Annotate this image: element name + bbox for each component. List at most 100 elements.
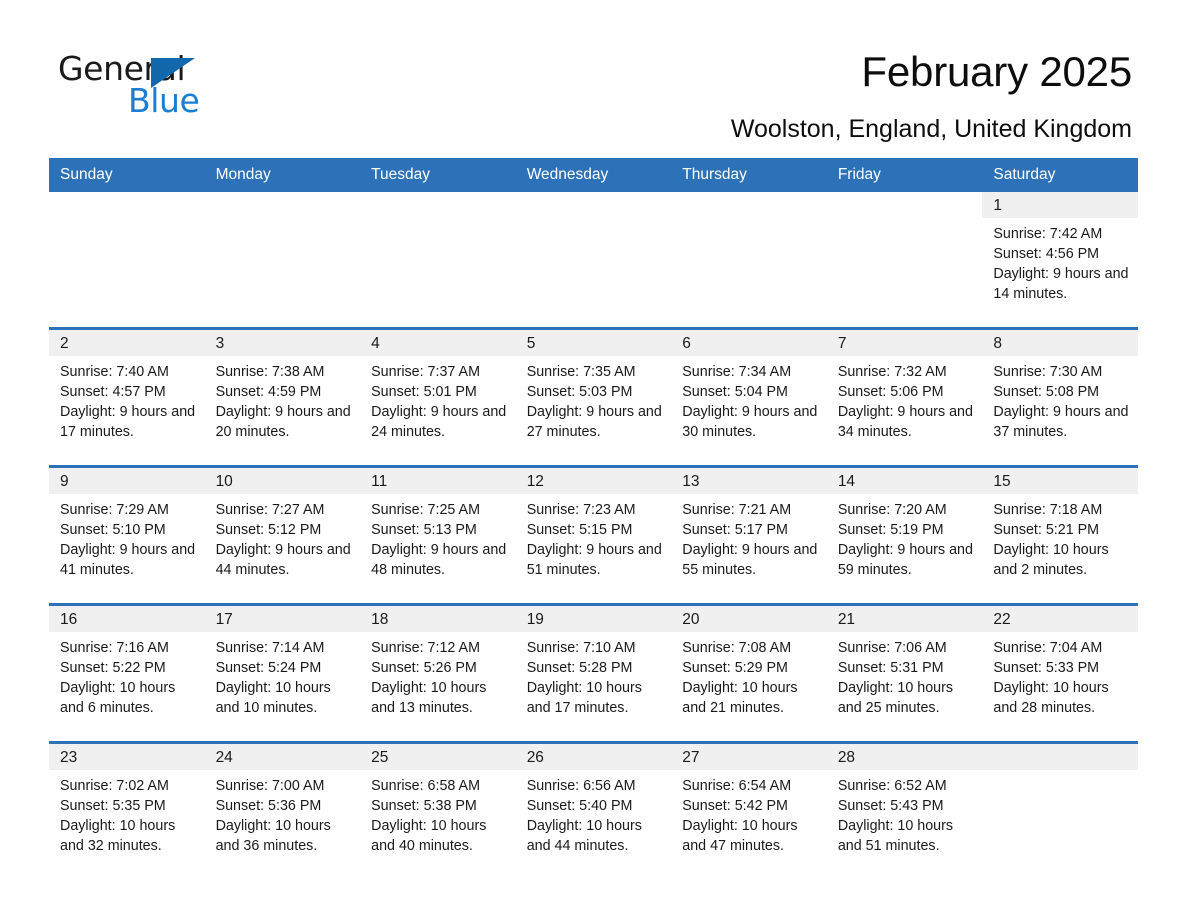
daylight-text: Daylight: 10 hours and 28 minutes. bbox=[993, 680, 1109, 716]
calendar-day-cell[interactable]: 7 Sunrise: 7:32 AM Sunset: 5:06 PM Daylight… bbox=[826, 327, 983, 467]
calendar-day-cell[interactable]: 13 Sunrise: 7:21 AM Sunset: 5:17 PM Dayligh… bbox=[671, 465, 827, 605]
day-cell-inner: 2 Sunrise: 7:40 AM Sunset: 4:57 PM Daylight… bbox=[49, 330, 205, 465]
calendar-day-cell[interactable]: 28 Sunrise: 6:52 AM Sunset: 5:43 PM Dayligh… bbox=[826, 741, 983, 879]
day-sun-info: Sunrise: 6:58 AM Sunset: 5:38 PM Daylight:… bbox=[360, 770, 516, 856]
calendar-day-cell[interactable] bbox=[204, 192, 361, 329]
calendar-day-cell[interactable]: 1 Sunrise: 7:42 AM Sunset: 4:56 PM Daylight… bbox=[982, 192, 1138, 329]
sunset-text: Sunset: 5:10 PM bbox=[60, 522, 166, 538]
sunset-text: Sunset: 5:26 PM bbox=[371, 660, 477, 676]
calendar-day-cell[interactable]: 11 Sunrise: 7:25 AM Sunset: 5:13 PM Dayligh… bbox=[360, 465, 516, 605]
sunset-text: Sunset: 5:17 PM bbox=[682, 522, 788, 538]
calendar-week-row: 9 Sunrise: 7:29 AM Sunset: 5:10 PM Daylight… bbox=[49, 465, 1138, 605]
sunrise-text: Sunrise: 7:16 AM bbox=[60, 640, 169, 656]
day-cell-inner: 16 Sunrise: 7:16 AM Sunset: 5:22 PM Dayligh… bbox=[49, 606, 205, 741]
calendar-day-cell[interactable]: 25 Sunrise: 6:58 AM Sunset: 5:38 PM Dayligh… bbox=[360, 741, 516, 879]
sunrise-text: Sunrise: 6:54 AM bbox=[682, 778, 792, 794]
day-cell-inner: 13 Sunrise: 7:21 AM Sunset: 5:17 PM Dayligh… bbox=[671, 468, 827, 603]
day-number: 24 bbox=[204, 744, 361, 770]
sunset-text: Sunset: 5:36 PM bbox=[215, 798, 322, 814]
daylight-text: Daylight: 9 hours and 30 minutes. bbox=[682, 404, 818, 440]
page-title: February 2025 bbox=[861, 48, 1132, 95]
calendar-body: 1 Sunrise: 7:42 AM Sunset: 4:56 PM Daylight… bbox=[49, 192, 1138, 879]
calendar-day-cell[interactable]: 22 Sunrise: 7:04 AM Sunset: 5:33 PM Dayligh… bbox=[982, 603, 1138, 743]
day-cell-inner: 19 Sunrise: 7:10 AM Sunset: 5:28 PM Dayligh… bbox=[515, 606, 672, 741]
day-sun-info: Sunrise: 7:12 AM Sunset: 5:26 PM Daylight:… bbox=[360, 632, 516, 718]
day-sun-info: Sunrise: 7:32 AM Sunset: 5:06 PM Daylight:… bbox=[827, 356, 983, 442]
calendar-day-cell[interactable]: 18 Sunrise: 7:12 AM Sunset: 5:26 PM Dayligh… bbox=[360, 603, 516, 743]
day-number: 3 bbox=[204, 330, 361, 356]
calendar-day-cell[interactable] bbox=[49, 192, 205, 329]
calendar-day-cell[interactable]: 19 Sunrise: 7:10 AM Sunset: 5:28 PM Dayligh… bbox=[515, 603, 672, 743]
day-cell-inner: 7 Sunrise: 7:32 AM Sunset: 5:06 PM Daylight… bbox=[826, 330, 983, 465]
sunset-text: Sunset: 5:01 PM bbox=[371, 384, 477, 400]
daylight-text: Daylight: 10 hours and 21 minutes. bbox=[682, 680, 798, 716]
day-cell-inner: 26 Sunrise: 6:56 AM Sunset: 5:40 PM Dayligh… bbox=[515, 744, 672, 879]
calendar-day-cell[interactable]: 6 Sunrise: 7:34 AM Sunset: 5:04 PM Daylight… bbox=[671, 327, 827, 467]
day-number bbox=[826, 192, 983, 218]
sunset-text: Sunset: 5:12 PM bbox=[215, 522, 322, 538]
calendar-day-cell[interactable]: 27 Sunrise: 6:54 AM Sunset: 5:42 PM Dayligh… bbox=[671, 741, 827, 879]
daylight-text: Daylight: 9 hours and 14 minutes. bbox=[993, 266, 1129, 302]
sunrise-text: Sunrise: 7:04 AM bbox=[993, 640, 1103, 656]
calendar-day-cell[interactable]: 20 Sunrise: 7:08 AM Sunset: 5:29 PM Dayligh… bbox=[671, 603, 827, 743]
day-sun-info: Sunrise: 7:42 AM Sunset: 4:56 PM Daylight:… bbox=[982, 218, 1138, 304]
day-cell-inner: 8 Sunrise: 7:30 AM Sunset: 5:08 PM Daylight… bbox=[982, 330, 1138, 465]
daylight-text: Daylight: 9 hours and 37 minutes. bbox=[993, 404, 1129, 440]
day-number: 19 bbox=[515, 606, 672, 632]
day-sun-info: Sunrise: 7:40 AM Sunset: 4:57 PM Daylight:… bbox=[49, 356, 205, 442]
daylight-text: Daylight: 9 hours and 55 minutes. bbox=[682, 542, 818, 578]
daylight-text: Daylight: 9 hours and 51 minutes. bbox=[526, 542, 662, 578]
calendar-day-cell[interactable] bbox=[982, 741, 1138, 879]
calendar-day-cell[interactable]: 15 Sunrise: 7:18 AM Sunset: 5:21 PM Dayligh… bbox=[982, 465, 1138, 605]
day-sun-info: Sunrise: 7:34 AM Sunset: 5:04 PM Daylight:… bbox=[671, 356, 827, 442]
day-number bbox=[49, 192, 205, 218]
sunrise-text: Sunrise: 7:40 AM bbox=[60, 364, 169, 380]
title-block: February 2025 bbox=[861, 48, 1132, 95]
calendar-day-cell[interactable] bbox=[826, 192, 983, 329]
day-number: 20 bbox=[671, 606, 827, 632]
calendar-day-cell[interactable]: 17 Sunrise: 7:14 AM Sunset: 5:24 PM Dayligh… bbox=[204, 603, 361, 743]
calendar-day-cell[interactable] bbox=[360, 192, 516, 329]
weekday-header-thursday: Thursday bbox=[671, 158, 827, 192]
calendar-header-row: Sunday Monday Tuesday Wednesday Thursday… bbox=[49, 158, 1138, 192]
calendar-day-cell[interactable] bbox=[515, 192, 672, 329]
calendar-day-cell[interactable] bbox=[671, 192, 827, 329]
calendar-day-cell[interactable]: 21 Sunrise: 7:06 AM Sunset: 5:31 PM Dayligh… bbox=[826, 603, 983, 743]
day-sun-info: Sunrise: 7:10 AM Sunset: 5:28 PM Daylight:… bbox=[516, 632, 672, 718]
sunrise-text: Sunrise: 7:00 AM bbox=[215, 778, 325, 794]
day-number: 27 bbox=[671, 744, 827, 770]
calendar-day-cell[interactable]: 5 Sunrise: 7:35 AM Sunset: 5:03 PM Daylight… bbox=[515, 327, 672, 467]
calendar-day-cell[interactable]: 3 Sunrise: 7:38 AM Sunset: 4:59 PM Daylight… bbox=[204, 327, 361, 467]
calendar-day-cell[interactable]: 23 Sunrise: 7:02 AM Sunset: 5:35 PM Dayligh… bbox=[49, 741, 205, 879]
sunrise-text: Sunrise: 7:27 AM bbox=[215, 502, 325, 518]
calendar-week-row: 1 Sunrise: 7:42 AM Sunset: 4:56 PM Daylight… bbox=[49, 192, 1138, 329]
daylight-text: Daylight: 10 hours and 40 minutes. bbox=[371, 818, 487, 854]
daylight-text: Daylight: 10 hours and 51 minutes. bbox=[837, 818, 954, 854]
day-cell-inner: 12 Sunrise: 7:23 AM Sunset: 5:15 PM Dayligh… bbox=[515, 468, 672, 603]
day-number: 8 bbox=[982, 330, 1138, 356]
day-cell-inner: 20 Sunrise: 7:08 AM Sunset: 5:29 PM Dayligh… bbox=[671, 606, 827, 741]
calendar-day-cell[interactable]: 24 Sunrise: 7:00 AM Sunset: 5:36 PM Dayligh… bbox=[204, 741, 361, 879]
calendar-day-cell[interactable]: 9 Sunrise: 7:29 AM Sunset: 5:10 PM Daylight… bbox=[49, 465, 205, 605]
day-number: 6 bbox=[671, 330, 827, 356]
sunrise-text: Sunrise: 7:21 AM bbox=[682, 502, 792, 518]
day-number: 23 bbox=[49, 744, 205, 770]
day-cell-inner: 21 Sunrise: 7:06 AM Sunset: 5:31 PM Dayligh… bbox=[826, 606, 983, 741]
calendar-day-cell[interactable]: 16 Sunrise: 7:16 AM Sunset: 5:22 PM Dayligh… bbox=[49, 603, 205, 743]
day-number bbox=[360, 192, 516, 218]
calendar-day-cell[interactable]: 4 Sunrise: 7:37 AM Sunset: 5:01 PM Daylight… bbox=[360, 327, 516, 467]
calendar-day-cell[interactable]: 26 Sunrise: 6:56 AM Sunset: 5:40 PM Dayligh… bbox=[515, 741, 672, 879]
day-sun-info: Sunrise: 7:04 AM Sunset: 5:33 PM Daylight:… bbox=[982, 632, 1138, 718]
sunset-text: Sunset: 4:57 PM bbox=[60, 384, 166, 400]
calendar-day-cell[interactable]: 10 Sunrise: 7:27 AM Sunset: 5:12 PM Dayligh… bbox=[204, 465, 361, 605]
calendar-day-cell[interactable]: 8 Sunrise: 7:30 AM Sunset: 5:08 PM Daylight… bbox=[982, 327, 1138, 467]
daylight-text: Daylight: 9 hours and 44 minutes. bbox=[215, 542, 351, 578]
calendar-day-cell[interactable]: 2 Sunrise: 7:40 AM Sunset: 4:57 PM Daylight… bbox=[49, 327, 205, 467]
calendar-day-cell[interactable]: 14 Sunrise: 7:20 AM Sunset: 5:19 PM Dayligh… bbox=[826, 465, 983, 605]
daylight-text: Daylight: 10 hours and 2 minutes. bbox=[993, 542, 1109, 578]
day-sun-info: Sunrise: 7:29 AM Sunset: 5:10 PM Daylight:… bbox=[49, 494, 205, 580]
day-sun-info: Sunrise: 7:16 AM Sunset: 5:22 PM Daylight:… bbox=[49, 632, 205, 718]
day-number: 13 bbox=[671, 468, 827, 494]
daylight-text: Daylight: 10 hours and 32 minutes. bbox=[60, 818, 176, 854]
calendar-day-cell[interactable]: 12 Sunrise: 7:23 AM Sunset: 5:15 PM Dayligh… bbox=[515, 465, 672, 605]
